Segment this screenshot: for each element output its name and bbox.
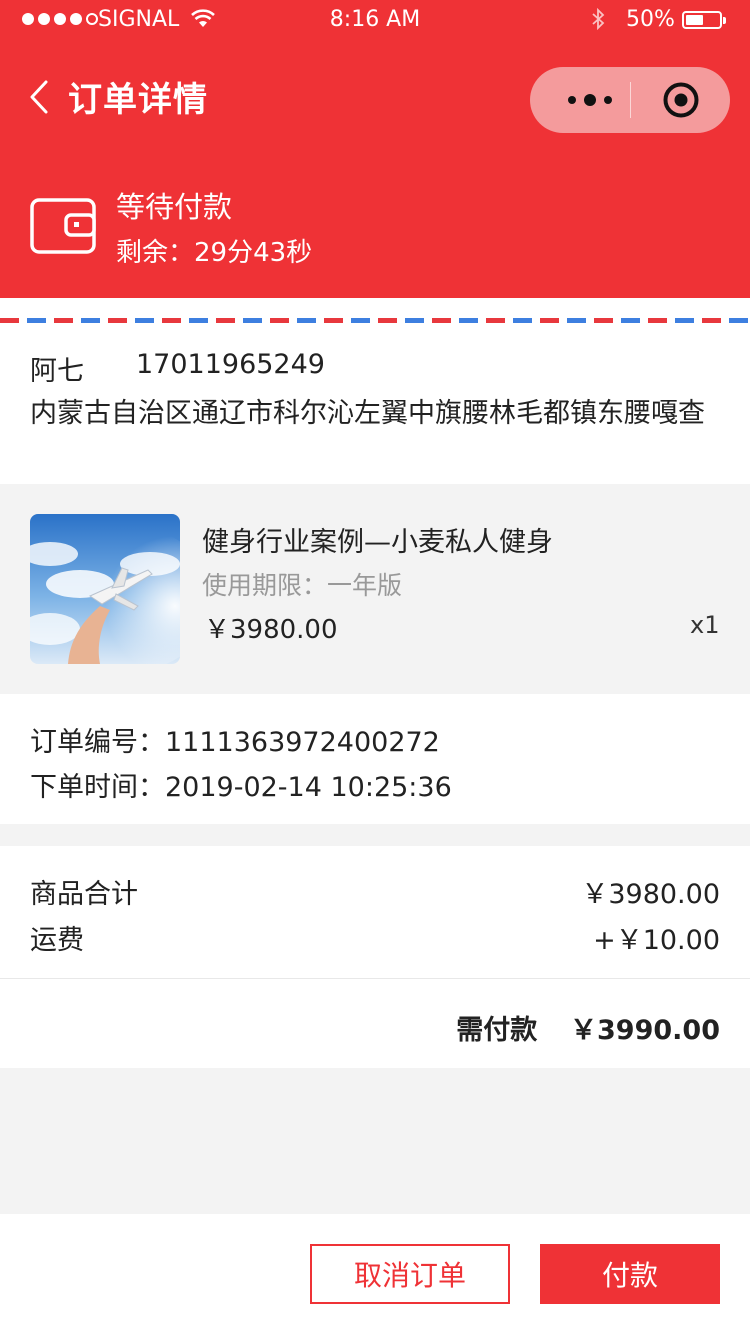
shipping-value: +￥10.00 [593,925,720,956]
back-chevron-icon[interactable] [24,76,58,118]
close-target-icon[interactable] [662,81,700,119]
more-dots-icon[interactable] [564,88,624,112]
status-bar: SIGNAL 8:16 AM 50% [0,0,750,40]
total-value: ￥3990.00 [570,1015,720,1046]
battery-percent: 50% [626,7,675,32]
order-info-card [0,694,750,824]
page-title: 订单详情 [68,80,208,120]
order-status-title: 等待付款 [116,190,233,224]
recipient-phone: 17011965249 [136,349,325,380]
subtotal-label: 商品合计 [30,879,138,910]
capsule-divider [630,82,631,118]
total-due: 需付款 ￥3990.00 [456,1008,720,1047]
wallet-icon [30,198,96,254]
mini-program-capsule [530,67,730,133]
address-card[interactable] [0,298,750,484]
battery-icon [682,11,726,29]
shipping-label: 运费 [30,925,84,956]
payment-countdown: 剩余：29分43秒 [116,238,313,268]
product-thumbnail[interactable] [30,514,180,664]
total-label: 需付款 [456,1015,538,1046]
order-time: 下单时间：2019-02-14 10:25:36 [30,772,452,803]
order-number: 订单编号：1111363972400272 [30,727,440,758]
recipient-address: 内蒙古自治区通辽市科尔沁左翼中旗腰林毛都镇东腰嘎查 [30,398,705,429]
bluetooth-icon [590,7,606,37]
subtotal-value: ￥3980.00 [581,879,720,910]
product-spec: 使用期限：一年版 [202,571,403,600]
recipient-name: 阿七 [30,356,84,387]
pay-button[interactable]: 付款 [540,1244,720,1304]
product-quantity: x1 [690,611,720,639]
cancel-order-button[interactable]: 取消订单 [310,1244,510,1304]
airmail-stripe [0,318,750,323]
header-banner [0,0,750,298]
cost-divider [0,978,750,979]
product-name[interactable]: 健身行业案例—小麦私人健身 [202,520,553,559]
product-price: ￥3980.00 [204,615,338,645]
